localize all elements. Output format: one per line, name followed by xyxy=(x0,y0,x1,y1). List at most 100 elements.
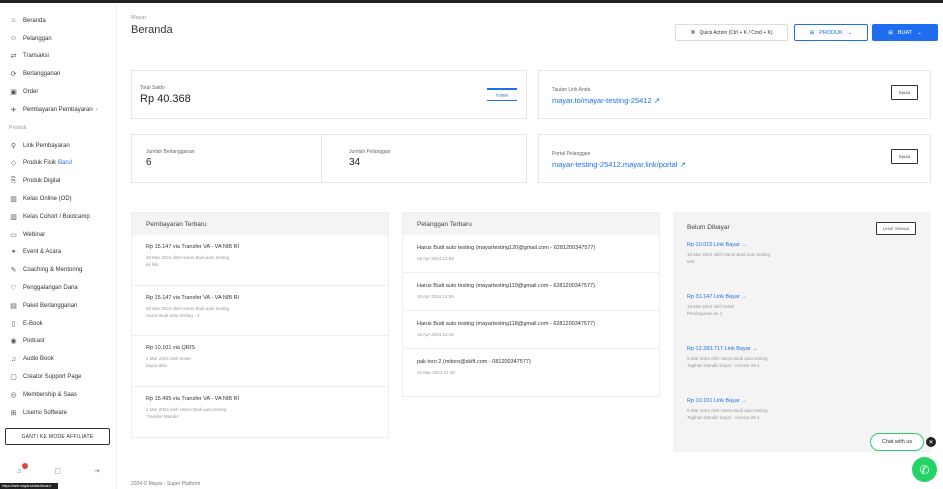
customer-item[interactable]: Harus Budi auto testing (mayartesting119… xyxy=(403,273,659,311)
close-icon[interactable]: ✕ xyxy=(926,437,936,447)
external-link-icon: ↗ xyxy=(653,96,661,105)
payment-item[interactable]: Rp 10.101 via QRIS 1 Mar 2024 oleh tester… xyxy=(132,336,388,387)
tag-icon: ◇ xyxy=(10,160,17,168)
unpaid-meta: 6 Mar 2024 oleh Harus Budi auto testing xyxy=(687,356,768,361)
sidebar-item-creator-support-page[interactable]: ▢ Creator Support Page xyxy=(0,368,116,386)
payment-title: Rp 10.101 via QRIS xyxy=(146,345,195,351)
chat-with-us-button[interactable]: Chat with us xyxy=(870,433,924,451)
payment-title: Rp 15.147 via Transfer VA - VA NIB RI xyxy=(146,244,240,250)
link-card: Tautan Link Anda mayar.to/mayar-testing-… xyxy=(538,70,931,119)
sidebar-item-produk-fisik[interactable]: ◇ Produk Fisik Baru! xyxy=(0,155,116,173)
sidebar-item-coaching-mentoring[interactable]: ✎ Coaching & Mentoring xyxy=(0,261,116,279)
sidebar-item-paket-berlangganan[interactable]: ▤ Paket Berlangganan xyxy=(0,297,116,315)
webinar-icon: ▭ xyxy=(10,231,17,239)
affiliate-mode-button[interactable]: GANTI KE MODE AFFILIATE xyxy=(5,428,110,445)
produk-label: PRODUK xyxy=(819,29,843,36)
view-all-button[interactable]: LIHAT SEMUA xyxy=(876,222,916,235)
customer-item[interactable]: pak toro 2 (mitoro@skift.com - 081200347… xyxy=(403,349,659,387)
sidebar-item-label: Link Pembayaran xyxy=(23,142,70,149)
payment-item[interactable]: Rp 15.147 via Transfer VA - VA NIB RI 25 … xyxy=(132,235,388,286)
subscription-count-value: 6 xyxy=(146,157,152,168)
plus-square-icon: ⊞ xyxy=(809,29,815,36)
unpaid-link[interactable]: Rp 12.283.717 Link Bayar → xyxy=(687,346,917,352)
grid-icon[interactable]: ▢ xyxy=(54,467,61,475)
users-icon: ☺ xyxy=(9,35,18,43)
sidebar-item-penggalangan-dana[interactable]: ♡ Penggalangan Dana xyxy=(0,279,116,297)
subscription-icon: ⟳ xyxy=(10,71,17,79)
sidebar-item-pembayaran-pembayaran[interactable]: ✈ Pembayaran Pembayaran › xyxy=(0,101,116,119)
customer-count: Jumlah Pelanggan 34 xyxy=(349,149,390,168)
class-icon: ▥ xyxy=(10,196,17,204)
unpaid-desc: Tagihan Mandiri bayar - Invoice 28.4 xyxy=(687,363,760,368)
ebook-icon: ▯ xyxy=(11,320,16,328)
notification-dot xyxy=(22,463,28,469)
unpaid-meta: 6 Mar 2024 oleh Harus Budi auto testing xyxy=(687,408,768,413)
sidebar-item-label: Penggalangan Dana xyxy=(23,285,78,292)
sidebar-item-kelas-online-od[interactable]: ▥ Kelas Online (OD) xyxy=(0,190,116,208)
command-icon: ⌘ xyxy=(690,29,696,36)
sidebar-item-beranda[interactable]: ⌂ Beranda xyxy=(0,12,116,30)
portal-link[interactable]: mayar-testing-25412.mayar.link/portal ↗ xyxy=(552,160,930,169)
store-link[interactable]: mayar.to/mayar-testing-25412 ↗ xyxy=(552,96,930,105)
sidebar-item-audio-book[interactable]: ♫ Audio Book xyxy=(0,350,116,368)
sidebar-item-label: Pembayaran Pembayaran xyxy=(23,106,93,113)
payment-settings-icon: ✈ xyxy=(10,106,17,114)
top-bar xyxy=(0,0,943,3)
sidebar-item-label: Audio Book xyxy=(23,356,54,363)
payment-desc: ini link xyxy=(146,262,159,267)
sidebar-item-transaksi[interactable]: ⇄ Transaksi xyxy=(0,48,116,66)
customer-date: 18 Apr 2024 12:18 xyxy=(417,332,454,337)
order-icon: ▣ xyxy=(10,89,17,97)
customer-date: 18 Apr 2024 12:55 xyxy=(417,294,454,299)
unpaid-item[interactable]: Rp 10.015 Link Bayar → 18 Mar 2024 oleh H… xyxy=(673,242,931,294)
bell-icon[interactable]: ♫ xyxy=(16,468,21,475)
customer-date: 18 Apr 2024 12:59 xyxy=(417,256,454,261)
quick-action-button[interactable]: ⌘ Quick Action (Ctrl + K / Cmd + K) xyxy=(675,24,788,41)
sidebar-item-produk-digital[interactable]: ⎘ Produk Digital xyxy=(0,172,116,190)
sidebar-item-label: Transaksi xyxy=(23,53,49,60)
sidebar-item-lisensi-software[interactable]: ⊞ Lisensi Software xyxy=(0,404,116,422)
logout-icon[interactable]: ⇥ xyxy=(94,467,100,475)
unpaid-link[interactable]: Rp 10.015 Link Bayar → xyxy=(687,242,917,248)
portal-card: Portal Pelanggan mayar-testing-25412.may… xyxy=(538,134,931,183)
recent-customers-title: Pelanggan Terbaru xyxy=(403,213,659,235)
sidebar-item-label: Order xyxy=(23,89,39,96)
tarik-button[interactable]: TARIK xyxy=(487,88,517,101)
sidebar-item-link-pembayaran[interactable]: ⚲ Link Pembayaran xyxy=(0,137,116,155)
customer-item[interactable]: Harus Budi auto testing (mayartesting118… xyxy=(403,311,659,349)
unpaid-link[interactable]: Rp 10.101 Link Bayar → xyxy=(687,398,917,404)
sidebar-item-label: Event & Acara xyxy=(23,249,62,256)
unpaid-link[interactable]: Rp 31.147 Link Bayar → xyxy=(687,294,917,300)
sidebar-item-pelanggan[interactable]: ☺ Pelanggan xyxy=(0,30,116,48)
whatsapp-icon[interactable]: ✆ xyxy=(912,457,937,482)
sidebar-item-podcast[interactable]: ◉ Podcast xyxy=(0,333,116,351)
software-icon: ⊞ xyxy=(10,409,17,417)
payment-item[interactable]: Rp 15.495 via Transfer VA - VA NIB RI 1 M… xyxy=(132,387,388,438)
sidebar-item-membership-saas[interactable]: ◎ Membership & Saas xyxy=(0,386,116,404)
sidebar-item-label: Podcast xyxy=(23,338,45,345)
sidebar-item-order[interactable]: ▣ Order xyxy=(0,83,116,101)
payment-item[interactable]: Rp 15.147 via Transfer VA - VA NIB RI 25 … xyxy=(132,286,388,336)
sidebar-item-e-book[interactable]: ▯ E-Book xyxy=(0,315,116,333)
sidebar-item-event-acara[interactable]: ⚭ Event & Acara xyxy=(0,244,116,262)
sidebar-item-webinar[interactable]: ▭ Webinar xyxy=(0,226,116,244)
customer-item[interactable]: Harus Budi auto testing (mayartesting120… xyxy=(403,235,659,273)
unpaid-desc: Tagihan Mandiri bayar - Invoice 28.4 xyxy=(687,415,760,420)
sidebar-item-label: Webinar xyxy=(23,231,46,238)
unpaid-header: Belum Dibayar LIHAT SEMUA xyxy=(673,212,931,242)
copy-portal-button[interactable]: SALIN xyxy=(891,149,918,164)
plus-square-icon: ⊞ xyxy=(888,29,893,36)
event-icon: ⚭ xyxy=(10,249,17,257)
buat-dropdown-button[interactable]: ⊞ BUAT ⌄ xyxy=(872,24,938,41)
sidebar-item-kelas-cohort-bootcamp[interactable]: ▥ Kelas Cohort / Bootcamp xyxy=(0,208,116,226)
chevron-right-icon: › xyxy=(95,106,98,113)
breadcrumb: Mayar xyxy=(131,15,147,21)
unpaid-item[interactable]: Rp 31.147 Link Bayar → 15 Mar 2024 oleh t… xyxy=(673,294,931,346)
unpaid-item[interactable]: Rp 12.283.717 Link Bayar → 6 Mar 2024 ole… xyxy=(673,346,931,398)
recent-customers-panel: Pelanggan Terbaru Harus Budi auto testin… xyxy=(402,212,660,397)
sidebar-item-label: Kelas Cohort / Bootcamp xyxy=(23,213,90,220)
sidebar-item-berlangganan[interactable]: ⟳ Berlangganan xyxy=(0,65,116,83)
copy-link-button[interactable]: SALIN xyxy=(891,85,918,100)
buat-label: BUAT xyxy=(897,29,913,36)
produk-dropdown-button[interactable]: ⊞ PRODUK ⌄ xyxy=(794,24,868,41)
